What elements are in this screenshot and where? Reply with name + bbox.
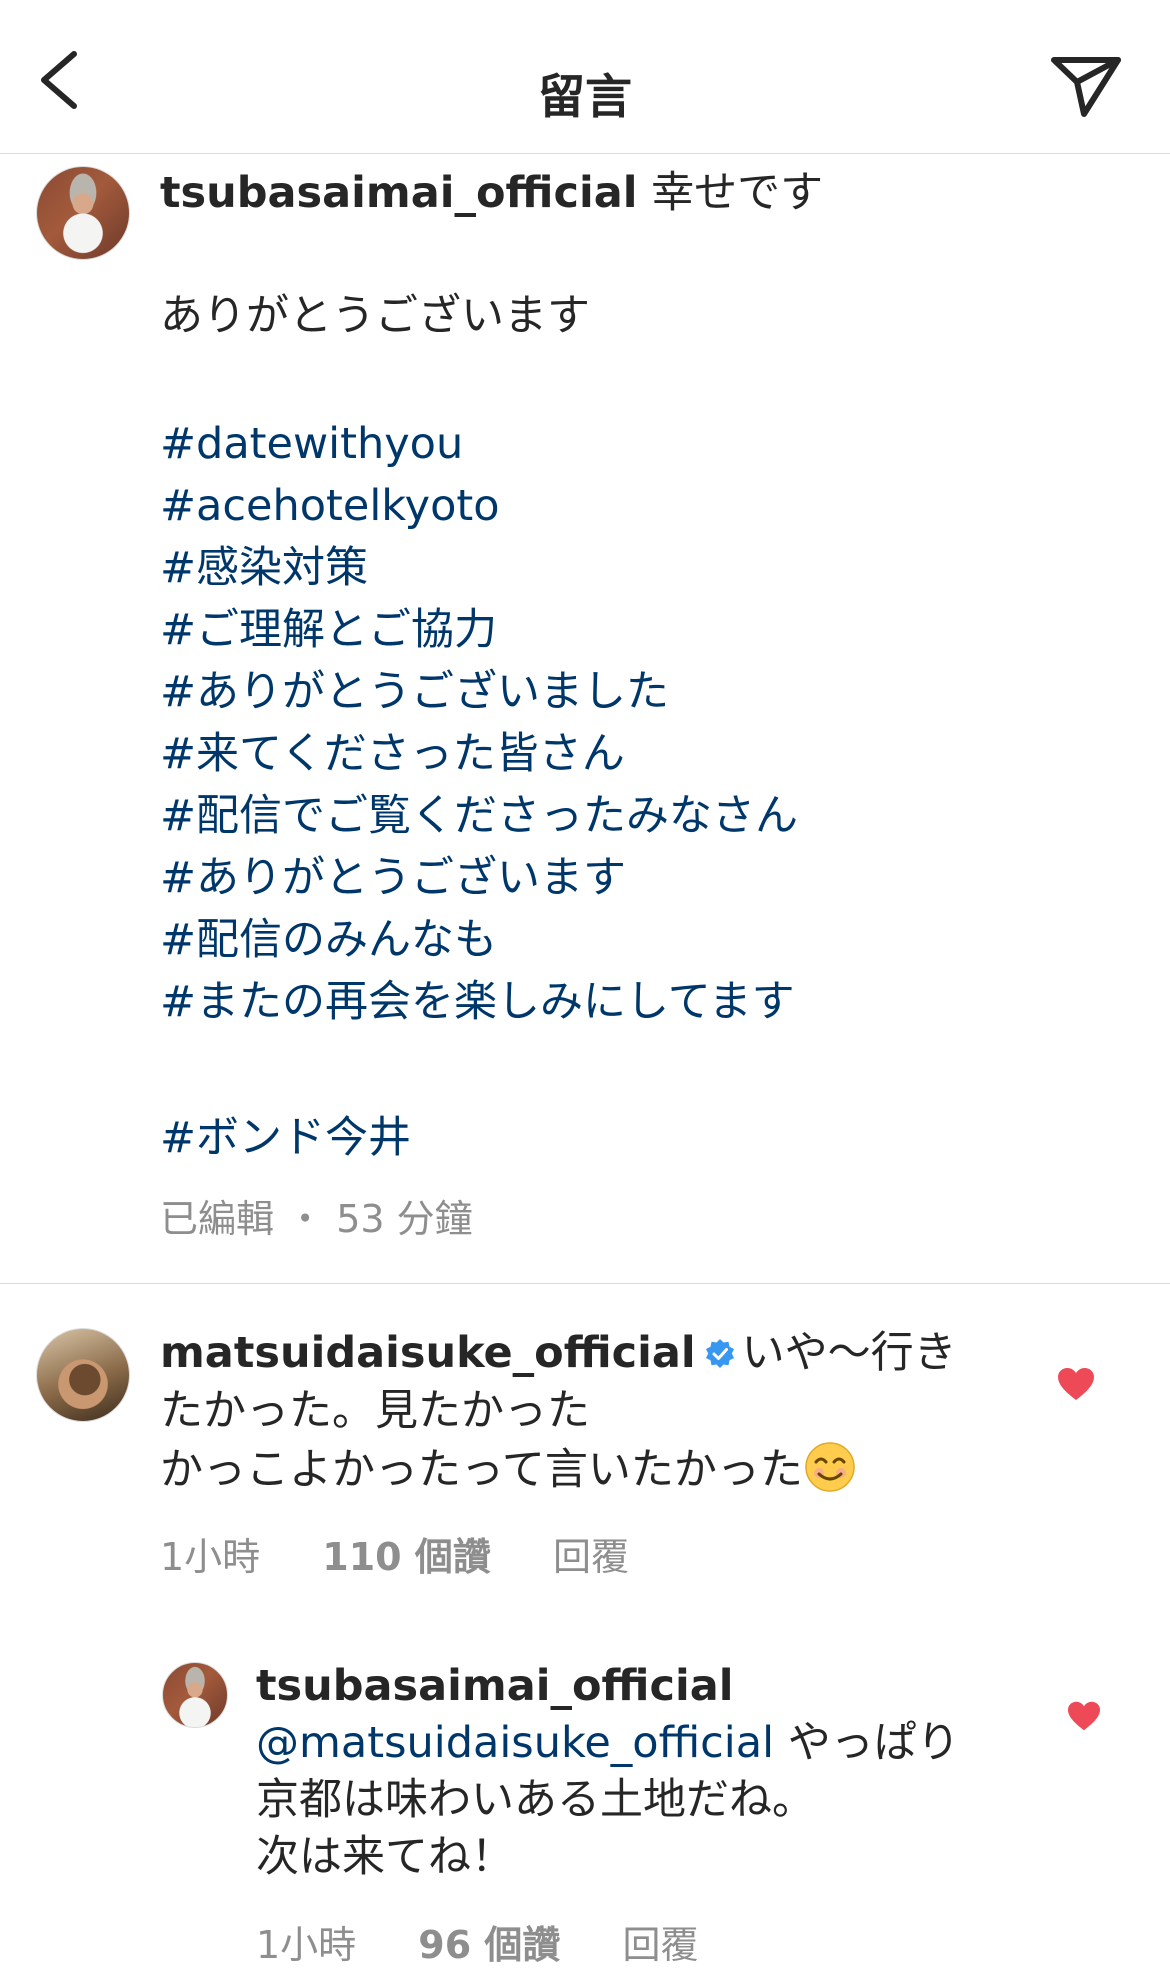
reply-text-part1: やっぱり [787, 1718, 960, 1768]
header-bar: 留言 [0, 0, 1170, 154]
hashtag-link[interactable]: #来てくださった皆さん [160, 723, 798, 785]
reply-button[interactable]: 回覆 [623, 1923, 699, 1967]
hashtag-link[interactable]: #またの再会を楽しみにしてます [160, 971, 798, 1033]
hashtag-link[interactable]: #datewithyou [160, 413, 798, 475]
reply-likes[interactable]: 96 個讚 [418, 1923, 560, 1967]
caption-meta: 已編輯 ・ 53 分鐘 [160, 1188, 473, 1243]
hashtag-link: #ボンド今井 [160, 1107, 411, 1169]
meta-separator: ・ [286, 1197, 325, 1241]
hashtag-link[interactable]: #配信でご覧くださったみなさん [160, 785, 798, 847]
avatar[interactable] [36, 1328, 130, 1422]
heart-icon[interactable] [1066, 1700, 1102, 1732]
comment-text-line2: たかった。見たかった [160, 1386, 590, 1436]
hashtag-link[interactable]: #配信のみんなも [160, 909, 798, 971]
hashtag-link-final[interactable]: #ボンド今井 [160, 1107, 411, 1169]
comment-meta: 1小時 110 個讚 回覆 [160, 1526, 629, 1581]
reply-meta: 1小時 96 個讚 回覆 [256, 1914, 699, 1969]
comment-time: 1小時 [160, 1535, 261, 1579]
hashtag-link[interactable]: #ありがとうございました [160, 661, 798, 723]
paper-plane-icon [1051, 57, 1121, 117]
hashtag-list: #datewithyou #acehotelkyoto #感染対策 #ご理解とご… [160, 413, 798, 1033]
reply-username[interactable]: tsubasaimai_official [256, 1658, 1016, 1715]
comment-username[interactable]: matsuidaisuke_official [160, 1328, 696, 1378]
comment-text: matsuidaisuke_official いや～行き たかった。見たかった … [160, 1324, 990, 1499]
share-button[interactable] [1046, 44, 1126, 124]
caption-username[interactable]: tsubasaimai_official [160, 168, 637, 218]
comment-text-line3: かっこよかったって言いたかった [160, 1445, 803, 1495]
avatar[interactable] [36, 166, 130, 260]
edited-label: 已編輯 [160, 1197, 275, 1241]
comment-text-part1: いや～行き [741, 1328, 957, 1378]
reply-text-line2: 京都は味わいある土地だね。 [256, 1775, 815, 1825]
page-title: 留言 [538, 70, 632, 125]
caption-line2-text: ありがとうございます [160, 291, 590, 341]
mention-link[interactable]: @matsuidaisuke_official [256, 1718, 774, 1768]
caption-line1-text: 幸せです [651, 168, 824, 218]
hashtag-link[interactable]: #acehotelkyoto [160, 475, 798, 537]
reply-button[interactable]: 回覆 [553, 1535, 629, 1579]
smiling-face-icon [805, 1442, 855, 1492]
heart-icon[interactable] [1056, 1366, 1096, 1402]
reply-text: tsubasaimai_official @matsuidaisuke_offi… [256, 1658, 1016, 1886]
caption-time: 53 分鐘 [336, 1197, 473, 1241]
comment-likes[interactable]: 110 個讚 [322, 1535, 491, 1579]
divider [0, 1283, 1170, 1284]
hashtag-link[interactable]: #ありがとうございます [160, 847, 798, 909]
comments-screen: 留言 tsubasaimai_official 幸せです ありがとうございます … [0, 0, 1170, 1980]
reply-time: 1小時 [256, 1923, 357, 1967]
hashtag-link[interactable]: #ご理解とご協力 [160, 599, 798, 661]
reply-text-line3: 次は来てね！ [256, 1832, 514, 1882]
caption-text: tsubasaimai_official 幸せです ありがとうございます [160, 163, 1080, 347]
verified-badge-icon [705, 1339, 734, 1368]
hashtag-link[interactable]: #感染対策 [160, 537, 798, 599]
avatar[interactable] [162, 1662, 228, 1728]
